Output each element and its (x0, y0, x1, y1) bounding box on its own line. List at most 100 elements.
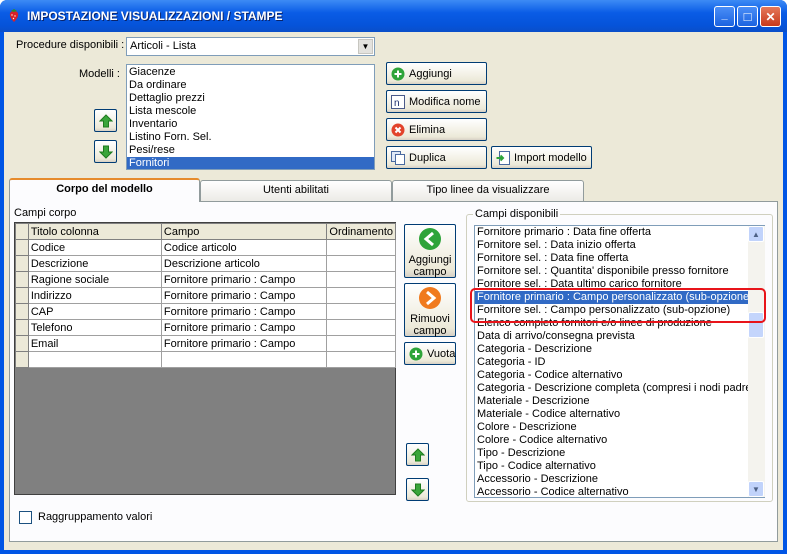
scroll-up-icon[interactable]: ▲ (748, 226, 764, 242)
column-header[interactable]: Campo (160, 223, 328, 240)
campi-disponibili-item[interactable]: Categoria - ID (475, 356, 748, 369)
elimina-button[interactable]: Elimina (386, 118, 487, 141)
table-cell[interactable]: Codice (27, 239, 162, 256)
row-indicator[interactable] (15, 303, 29, 320)
modifica-nome-button[interactable]: n Modifica nome (386, 90, 487, 113)
table-cell[interactable] (326, 255, 396, 272)
minimize-button[interactable]: _ (714, 6, 735, 27)
table-cell[interactable] (326, 303, 396, 320)
table-cell[interactable]: Telefono (27, 319, 162, 336)
row-indicator[interactable] (15, 335, 29, 352)
table-cell[interactable] (326, 287, 396, 304)
campi-disponibili-item[interactable]: Materiale - Codice alternativo (475, 408, 748, 421)
table-cell[interactable] (326, 319, 396, 336)
duplica-button[interactable]: Duplica (386, 146, 487, 169)
modelli-item[interactable]: Fornitori (127, 157, 374, 169)
field-down-button[interactable] (406, 478, 429, 501)
campi-disponibili-item[interactable]: Categoria - Codice alternativo (475, 369, 748, 382)
move-up-button[interactable] (94, 109, 117, 132)
aggiungi-campo-button[interactable]: Aggiungi campo (404, 224, 456, 278)
campi-disponibili-item[interactable]: Fornitore sel. : Data inizio offerta (475, 239, 748, 252)
campi-disponibili-item[interactable]: Fornitore sel. : Quantita' disponibile p… (475, 265, 748, 278)
table-cell[interactable] (326, 271, 396, 288)
table-row-new[interactable] (15, 351, 396, 368)
modelli-item[interactable]: Giacenze (127, 66, 374, 79)
table-row[interactable]: Codice Codice articolo (15, 239, 396, 256)
row-indicator[interactable] (15, 255, 29, 272)
tab-tipo-linee[interactable]: Tipo linee da visualizzare (392, 180, 584, 201)
procedure-select[interactable]: Articoli - Lista ▼ (126, 37, 375, 56)
rimuovi-campo-button[interactable]: Rimuovi campo (404, 283, 456, 337)
table-cell[interactable] (15, 351, 29, 368)
table-cell[interactable]: Descrizione articolo (160, 255, 328, 272)
strawberry-icon (9, 9, 19, 22)
campi-corpo-grid[interactable]: Titolo colonna Campo Ordinamento Codice C… (14, 222, 396, 495)
row-indicator[interactable] (15, 319, 29, 336)
modelli-item[interactable]: Lista mescole (127, 105, 374, 118)
table-cell[interactable] (326, 351, 396, 368)
column-header[interactable]: Ordinamento (326, 223, 396, 240)
move-down-button[interactable] (94, 140, 117, 163)
campi-disponibili-list[interactable]: Fornitore primario : Data fine offerta Fo… (474, 225, 765, 498)
title-bar[interactable]: IMPOSTAZIONE VISUALIZZAZIONI / STAMPE _ … (0, 0, 787, 32)
row-indicator[interactable] (15, 239, 29, 256)
campi-disponibili-item[interactable]: Data di arrivo/consegna prevista (475, 330, 748, 343)
vuota-button[interactable]: Vuota (404, 342, 456, 365)
campi-disponibili-item[interactable]: Categoria - Descrizione completa (compre… (475, 382, 755, 395)
row-indicator[interactable] (15, 271, 29, 288)
maximize-button[interactable]: □ (737, 6, 758, 27)
table-cell[interactable] (326, 335, 396, 352)
tab-utenti-abilitati[interactable]: Utenti abilitati (200, 180, 392, 201)
table-row[interactable]: Telefono Fornitore primario : Campo (15, 319, 396, 336)
campi-disponibili-item[interactable]: Accessorio - Codice alternativo (475, 486, 748, 497)
table-cell[interactable]: Ragione sociale (27, 271, 162, 288)
procedure-label: Procedure disponibili : (16, 39, 125, 51)
campi-disponibili-item[interactable]: Categoria - Descrizione (475, 343, 748, 356)
table-cell[interactable]: Descrizione (27, 255, 162, 272)
modelli-item[interactable]: Dettaglio prezzi (127, 92, 374, 105)
campi-disponibili-item[interactable]: Colore - Descrizione (475, 421, 748, 434)
chevron-down-icon[interactable]: ▼ (358, 39, 373, 54)
modelli-item[interactable]: Inventario (127, 118, 374, 131)
modelli-item[interactable]: Da ordinare (127, 79, 374, 92)
table-row[interactable]: Ragione sociale Fornitore primario : Camp… (15, 271, 396, 288)
table-cell[interactable]: Email (27, 335, 162, 352)
table-cell[interactable]: CAP (27, 303, 162, 320)
scroll-down-icon[interactable]: ▼ (748, 481, 764, 497)
table-cell[interactable]: Fornitore primario : Campo (160, 287, 328, 304)
column-header[interactable]: Titolo colonna (27, 223, 162, 240)
import-modello-button[interactable]: Import modello (491, 146, 592, 169)
campi-disponibili-item[interactable]: Fornitore sel. : Data fine offerta (475, 252, 748, 265)
campi-disponibili-item[interactable]: Fornitore primario : Data fine offerta (475, 226, 748, 239)
table-cell[interactable]: Indirizzo (27, 287, 162, 304)
campi-disponibili-item[interactable]: Tipo - Codice alternativo (475, 460, 748, 473)
table-cell[interactable]: Codice articolo (160, 239, 328, 256)
modelli-item[interactable]: Listino Forn. Sel. (127, 131, 374, 144)
table-cell[interactable] (326, 239, 396, 256)
campi-disponibili-item[interactable]: Tipo - Descrizione (475, 447, 748, 460)
table-cell[interactable] (27, 351, 162, 368)
row-indicator[interactable] (15, 287, 29, 304)
aggiungi-button[interactable]: Aggiungi (386, 62, 487, 85)
campi-disponibili-item[interactable]: Accessorio - Descrizione (475, 473, 748, 486)
table-cell[interactable]: Fornitore primario : Campo (160, 319, 328, 336)
table-row[interactable]: CAP Fornitore primario : Campo (15, 303, 396, 320)
table-row[interactable]: Descrizione Descrizione articolo (15, 255, 396, 272)
modelli-item[interactable]: Pesi/rese (127, 144, 374, 157)
table-cell[interactable]: Fornitore primario : Campo (160, 303, 328, 320)
campi-disponibili-item[interactable]: Materiale - Descrizione (475, 395, 748, 408)
table-cell[interactable] (160, 351, 328, 368)
table-cell[interactable]: Fornitore primario : Campo (160, 335, 328, 352)
campi-corpo-table[interactable]: Titolo colonna Campo Ordinamento Codice C… (15, 223, 396, 368)
campi-disponibili-item[interactable]: Colore - Codice alternativo (475, 434, 748, 447)
tab-corpo-del-modello[interactable]: Corpo del modello (9, 178, 200, 202)
vertical-scrollbar[interactable]: ▲ ▼ (748, 226, 765, 497)
table-cell[interactable]: Fornitore primario : Campo (160, 271, 328, 288)
raggruppamento-checkbox[interactable] (19, 511, 32, 524)
table-row[interactable]: Indirizzo Fornitore primario : Campo (15, 287, 396, 304)
modelli-list[interactable]: Giacenze Da ordinare Dettaglio prezzi Lista… (126, 64, 375, 170)
field-up-button[interactable] (406, 443, 429, 466)
table-row[interactable]: Email Fornitore primario : Campo (15, 335, 396, 352)
close-button[interactable]: ✕ (760, 6, 781, 27)
campi-disponibili-label: Campi disponibili (473, 208, 561, 220)
